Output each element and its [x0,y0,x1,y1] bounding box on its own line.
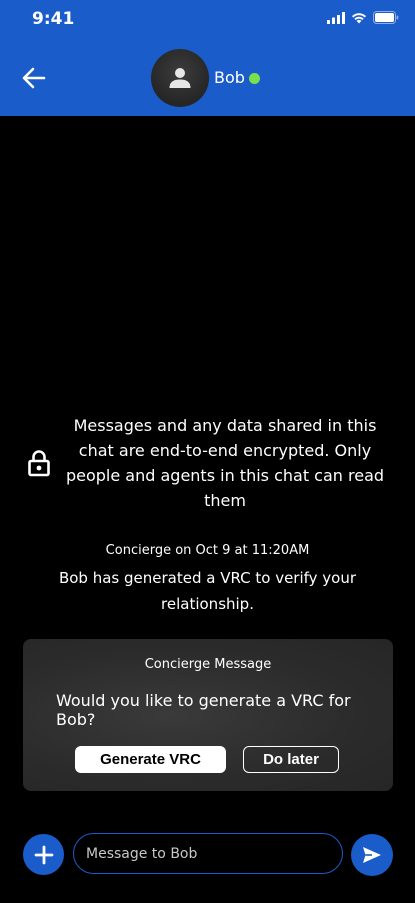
encryption-notice: Messages and any data shared in this cha… [20,413,400,517]
status-bar: 9:41 [0,0,415,40]
lock-icon [28,450,50,477]
arrow-left-icon [22,67,46,89]
add-attachment-button[interactable] [23,834,64,875]
battery-icon [373,11,399,24]
wifi-icon [352,12,366,23]
concierge-card-question: Would you like to generate a VRC for Bob… [56,691,351,729]
message-input[interactable] [73,833,343,874]
do-later-button[interactable]: Do later [243,746,339,773]
send-icon [363,847,381,863]
send-button[interactable] [351,834,393,876]
contact-name[interactable]: Bob [214,68,245,87]
status-icons [327,11,399,24]
plus-icon [34,845,53,864]
system-message-meta: Concierge on Oct 9 at 11:20AM [105,543,310,558]
avatar[interactable] [151,49,209,107]
generate-vrc-button[interactable]: Generate VRC [75,746,226,773]
system-message-text: Bob has generated a VRC to verify your r… [58,569,357,613]
person-icon [169,68,191,88]
back-button[interactable] [18,62,50,94]
chat-screen: 9:41 Bob Messages and any data shared in… [0,0,415,903]
message-composer [0,830,415,878]
chat-header: 9:41 Bob [0,0,415,116]
concierge-message-card: Concierge Message Would you like to gene… [23,639,393,791]
online-status-indicator [249,73,260,84]
signal-icon [327,11,345,24]
concierge-card-title: Concierge Message [144,657,272,672]
status-time: 9:41 [32,9,75,29]
encryption-notice-text: Messages and any data shared in this cha… [65,416,385,510]
